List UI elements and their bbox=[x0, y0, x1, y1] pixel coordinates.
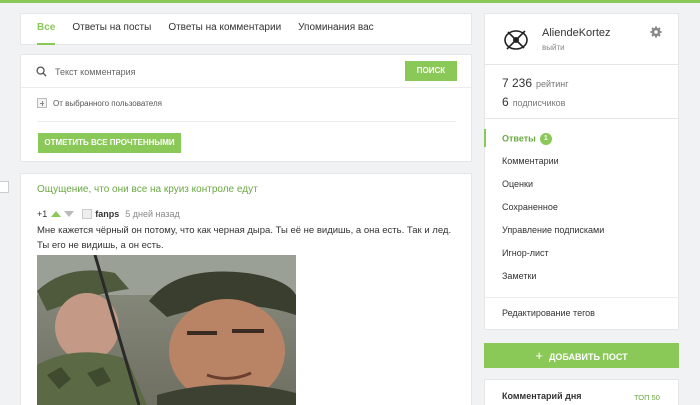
menu-item-saved[interactable]: Сохраненное bbox=[502, 202, 558, 212]
menu-item-notes[interactable]: Заметки bbox=[502, 271, 536, 281]
active-indicator bbox=[484, 129, 486, 147]
upvote-icon[interactable] bbox=[51, 211, 62, 217]
menu-item-comments[interactable]: Комментарии bbox=[502, 156, 559, 166]
menu-item-label: Ответы bbox=[502, 133, 536, 144]
menu-item-ignore-list[interactable]: Игнор-лист bbox=[502, 248, 549, 258]
comment-meta: +1 fanps 5 дней назад bbox=[37, 209, 180, 219]
search-row: ПОИСК bbox=[21, 55, 471, 88]
rating-value: 7 236 bbox=[502, 76, 533, 90]
search-panel: ПОИСК От выбранного пользователя ОТМЕТИТ… bbox=[20, 54, 472, 162]
top-50-link[interactable]: ТОП 50 bbox=[634, 393, 660, 402]
divider bbox=[37, 121, 456, 122]
user-filter[interactable]: От выбранного пользователя bbox=[37, 98, 162, 108]
tab-mentions[interactable]: Упоминания вас bbox=[298, 13, 374, 45]
top-accent-bar bbox=[0, 0, 700, 3]
search-button[interactable]: ПОИСК bbox=[405, 61, 457, 81]
logout-link[interactable]: выйти bbox=[542, 43, 565, 52]
user-menu: Ответы 1 Комментарии Оценки Сохраненное У… bbox=[484, 118, 679, 330]
comment-time[interactable]: 5 дней назад bbox=[125, 209, 180, 219]
plus-icon: + bbox=[535, 348, 543, 363]
author-avatar[interactable] bbox=[82, 209, 93, 219]
tab-post-replies[interactable]: Ответы на посты bbox=[72, 13, 151, 45]
comment-author[interactable]: fanps bbox=[95, 209, 119, 219]
menu-divider bbox=[485, 297, 678, 298]
notification-tabs: Все Ответы на посты Ответы на комментари… bbox=[20, 13, 472, 45]
post-title-link[interactable]: Ощущение, что они все на круиз контроле … bbox=[37, 184, 258, 195]
add-post-button[interactable]: + ДОБАВИТЬ ПОСТ bbox=[484, 343, 679, 368]
rating-label: рейтинг bbox=[536, 79, 569, 89]
comment-of-day-card: Комментарий дня ТОП 50 bbox=[484, 379, 679, 405]
mark-all-read-button[interactable]: ОТМЕТИТЬ ВСЕ ПРОЧТЕННЫМИ bbox=[38, 133, 181, 153]
tab-comment-replies[interactable]: Ответы на комментарии bbox=[168, 13, 281, 45]
menu-item-subscriptions[interactable]: Управление подписками bbox=[502, 225, 604, 235]
subscribers-stat[interactable]: 6 подписчиков bbox=[502, 95, 565, 109]
gear-icon[interactable] bbox=[650, 26, 662, 38]
add-post-label: ДОБАВИТЬ ПОСТ bbox=[548, 352, 628, 362]
menu-item-tag-editing[interactable]: Редактирование тегов bbox=[502, 308, 595, 318]
comment-rating: +1 bbox=[37, 209, 48, 219]
downvote-icon[interactable] bbox=[64, 211, 75, 217]
comment-of-day-title: Комментарий дня bbox=[502, 391, 582, 401]
post-comment-card: Ощущение, что они все на круиз контроле … bbox=[20, 173, 472, 405]
subscribers-value: 6 bbox=[502, 95, 509, 109]
username[interactable]: AliendeKortez bbox=[542, 27, 611, 39]
photo-illustration bbox=[37, 255, 296, 405]
subscribers-label: подписчиков bbox=[512, 98, 566, 108]
menu-item-replies[interactable]: Ответы 1 bbox=[502, 133, 552, 145]
plus-icon bbox=[37, 98, 47, 108]
search-icon bbox=[36, 66, 47, 77]
rating-stat: 7 236 рейтинг bbox=[502, 76, 568, 90]
replies-count-badge: 1 bbox=[539, 133, 552, 145]
user-avatar[interactable] bbox=[502, 26, 530, 54]
menu-item-ratings[interactable]: Оценки bbox=[502, 179, 533, 189]
user-card: AliendeKortez выйти bbox=[484, 13, 679, 65]
user-filter-label: От выбранного пользователя bbox=[53, 98, 162, 108]
search-input[interactable] bbox=[55, 63, 395, 80]
user-stats: 7 236 рейтинг 6 подписчиков bbox=[484, 64, 679, 119]
tab-all[interactable]: Все bbox=[37, 13, 56, 45]
comment-image[interactable] bbox=[37, 255, 296, 405]
side-edge-tab[interactable] bbox=[0, 181, 9, 193]
comment-text: Мне кажется чёрный он потому, что как че… bbox=[37, 225, 452, 251]
